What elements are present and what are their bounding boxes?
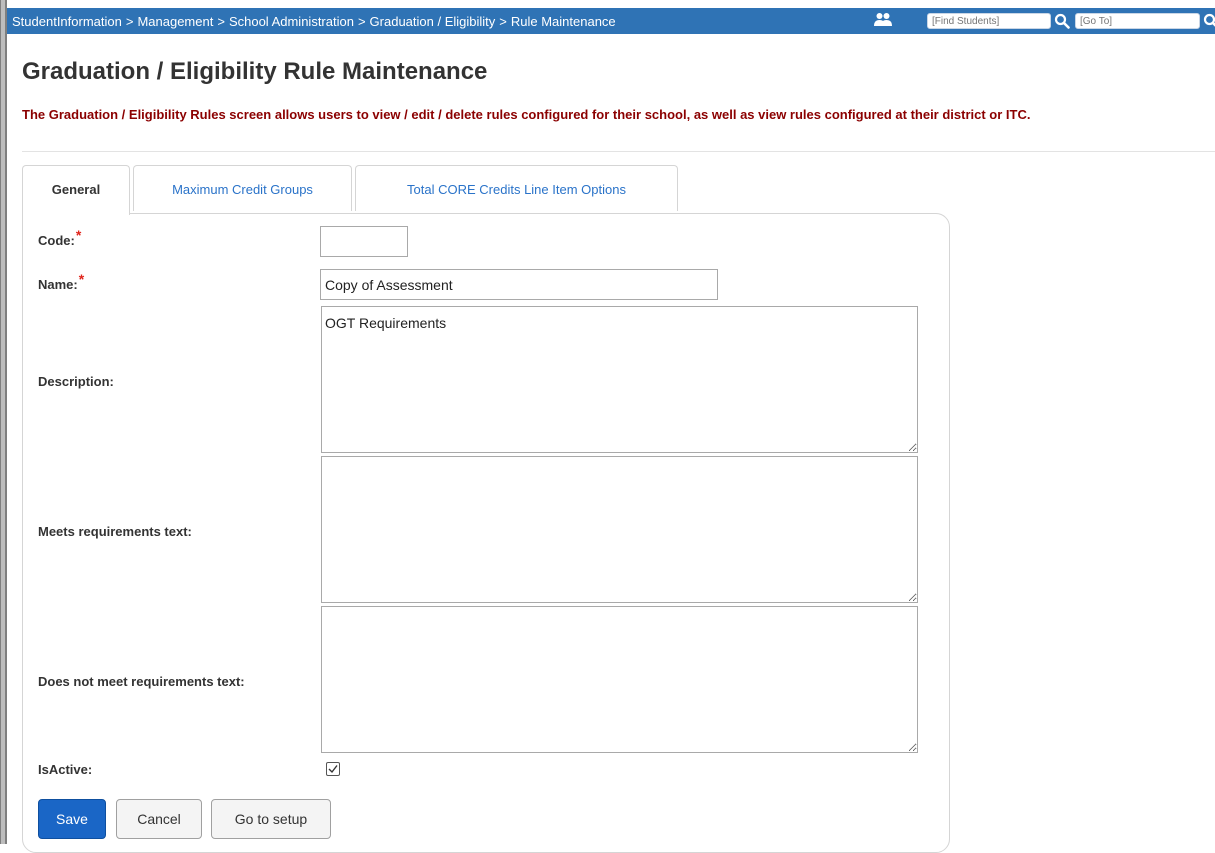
tab-general[interactable]: General <box>22 165 130 215</box>
required-marker: * <box>75 227 82 243</box>
breadcrumb-separator: > <box>125 13 134 29</box>
description-textarea[interactable]: OGT Requirements <box>321 306 918 453</box>
top-navigation-bar: StudentInformation > Management > School… <box>7 8 1215 34</box>
tab-maximum-credit-groups[interactable]: Maximum Credit Groups <box>133 165 352 211</box>
breadcrumb-separator: > <box>357 13 366 29</box>
page-description: The Graduation / Eligibility Rules scree… <box>22 107 1031 122</box>
name-label: Name:* <box>38 271 84 292</box>
code-label: Code:* <box>38 227 81 248</box>
name-label-text: Name: <box>38 277 78 292</box>
not-meet-requirements-textarea[interactable] <box>321 606 918 753</box>
people-icon[interactable] <box>874 12 892 28</box>
breadcrumb-item-rule-maintenance[interactable]: Rule Maintenance <box>511 14 616 29</box>
breadcrumb-item-studentinformation[interactable]: StudentInformation <box>12 14 122 29</box>
go-to-setup-button[interactable]: Go to setup <box>211 799 331 839</box>
tab-total-core-credits-options[interactable]: Total CORE Credits Line Item Options <box>355 165 678 211</box>
divider <box>22 151 1215 152</box>
goto-search-icon[interactable] <box>1203 13 1215 29</box>
page-title: Graduation / Eligibility Rule Maintenanc… <box>22 58 488 85</box>
breadcrumb-item-management[interactable]: Management <box>137 14 213 29</box>
breadcrumb-separator: > <box>499 13 507 29</box>
description-label: Description: <box>38 374 114 389</box>
required-marker: * <box>78 271 85 287</box>
breadcrumb-item-school-administration[interactable]: School Administration <box>229 14 354 29</box>
breadcrumb-item-graduation-eligibility[interactable]: Graduation / Eligibility <box>370 14 496 29</box>
not-meet-requirements-label: Does not meet requirements text: <box>38 674 245 689</box>
breadcrumb-separator: > <box>217 13 225 29</box>
meets-requirements-label: Meets requirements text: <box>38 524 192 539</box>
search-icon[interactable] <box>1054 13 1070 29</box>
goto-input[interactable] <box>1075 13 1200 29</box>
save-button[interactable]: Save <box>38 799 106 839</box>
isactive-checkbox[interactable] <box>326 762 340 776</box>
tab-label: Maximum Credit Groups <box>172 182 313 197</box>
code-label-text: Code: <box>38 233 75 248</box>
tab-label: Total CORE Credits Line Item Options <box>407 182 626 197</box>
isactive-label: IsActive: <box>38 762 93 777</box>
checkmark-icon <box>328 765 338 774</box>
name-input[interactable] <box>320 269 718 300</box>
cancel-button[interactable]: Cancel <box>116 799 202 839</box>
meets-requirements-textarea[interactable] <box>321 456 918 603</box>
find-students-input[interactable] <box>927 13 1051 29</box>
left-window-edge <box>0 0 7 844</box>
code-input[interactable] <box>320 226 408 257</box>
tab-label: General <box>51 182 101 197</box>
breadcrumb: StudentInformation > Management > School… <box>7 14 616 29</box>
